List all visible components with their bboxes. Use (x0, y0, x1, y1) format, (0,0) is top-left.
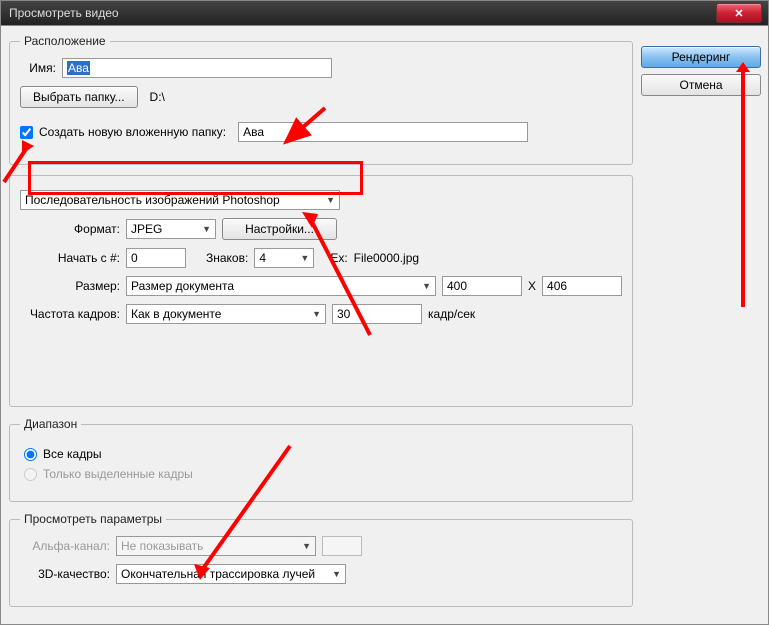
size-label: Размер: (30, 279, 120, 293)
x-label: X (528, 279, 536, 293)
close-button[interactable]: ✕ (716, 3, 762, 23)
settings-button[interactable]: Настройки... (222, 218, 337, 240)
chevron-down-icon: ▼ (421, 281, 431, 291)
format-select[interactable]: JPEG ▼ (126, 219, 216, 239)
range-legend: Диапазон (20, 417, 81, 431)
quality-label: 3D-качество: (20, 567, 110, 581)
range-group: Диапазон Все кадры Только выделенные кад… (9, 417, 633, 502)
framerate-unit: кадр/сек (428, 307, 475, 321)
height-input[interactable] (542, 276, 622, 296)
range-selected-label: Только выделенные кадры (43, 467, 193, 481)
chevron-down-icon: ▼ (331, 569, 341, 579)
start-label: Начать с #: (30, 251, 120, 265)
cancel-button[interactable]: Отмена (641, 74, 761, 96)
alpha-select: Не показывать ▼ (116, 536, 316, 556)
framerate-mode-select[interactable]: Как в документе ▼ (126, 304, 326, 324)
render-button[interactable]: Рендеринг (641, 46, 761, 68)
choose-folder-button[interactable]: Выбрать папку... (20, 86, 138, 108)
quality-select[interactable]: Окончательная трассировка лучей ▼ (116, 564, 346, 584)
titlebar: Просмотреть видео ✕ (0, 0, 769, 26)
preview-group: Просмотреть параметры Альфа-канал: Не по… (9, 512, 633, 607)
example-label: Ex: (330, 251, 347, 265)
width-input[interactable] (442, 276, 522, 296)
location-legend: Расположение (20, 34, 110, 48)
size-select[interactable]: Размер документа ▼ (126, 276, 436, 296)
format-label: Формат: (30, 222, 120, 236)
folder-path: D:\ (150, 90, 165, 104)
start-input[interactable] (126, 248, 186, 268)
subfolder-input[interactable] (238, 122, 528, 142)
chevron-down-icon: ▼ (299, 253, 309, 263)
digits-select[interactable]: 4 ▼ (254, 248, 314, 268)
window-title: Просмотреть видео (9, 6, 119, 20)
sequence-type-select[interactable]: Последовательность изображений Photoshop… (20, 190, 340, 210)
create-subfolder-checkbox[interactable] (20, 126, 33, 139)
name-label: Имя: (20, 61, 56, 75)
alpha-preview-box (322, 536, 362, 556)
close-icon: ✕ (734, 7, 743, 20)
location-group: Расположение Имя: Ава Выбрать папку... D… (9, 34, 633, 165)
example-value: File0000.jpg (354, 251, 419, 265)
chevron-down-icon: ▼ (325, 195, 335, 205)
alpha-label: Альфа-канал: (20, 539, 110, 553)
framerate-input[interactable] (332, 304, 422, 324)
range-all-label: Все кадры (43, 447, 102, 461)
framerate-label: Частота кадров: (20, 307, 120, 321)
range-selected-radio (24, 468, 37, 481)
sequence-group: Последовательность изображений Photoshop… (9, 175, 633, 407)
name-input[interactable]: Ава (62, 58, 332, 78)
dialog-content: Расположение Имя: Ава Выбрать папку... D… (0, 26, 769, 625)
chevron-down-icon: ▼ (201, 224, 211, 234)
preview-legend: Просмотреть параметры (20, 512, 166, 526)
range-all-radio[interactable] (24, 448, 37, 461)
chevron-down-icon: ▼ (311, 309, 321, 319)
create-subfolder-label: Создать новую вложенную папку: (39, 125, 226, 139)
chevron-down-icon: ▼ (301, 541, 311, 551)
digits-label: Знаков: (206, 251, 248, 265)
